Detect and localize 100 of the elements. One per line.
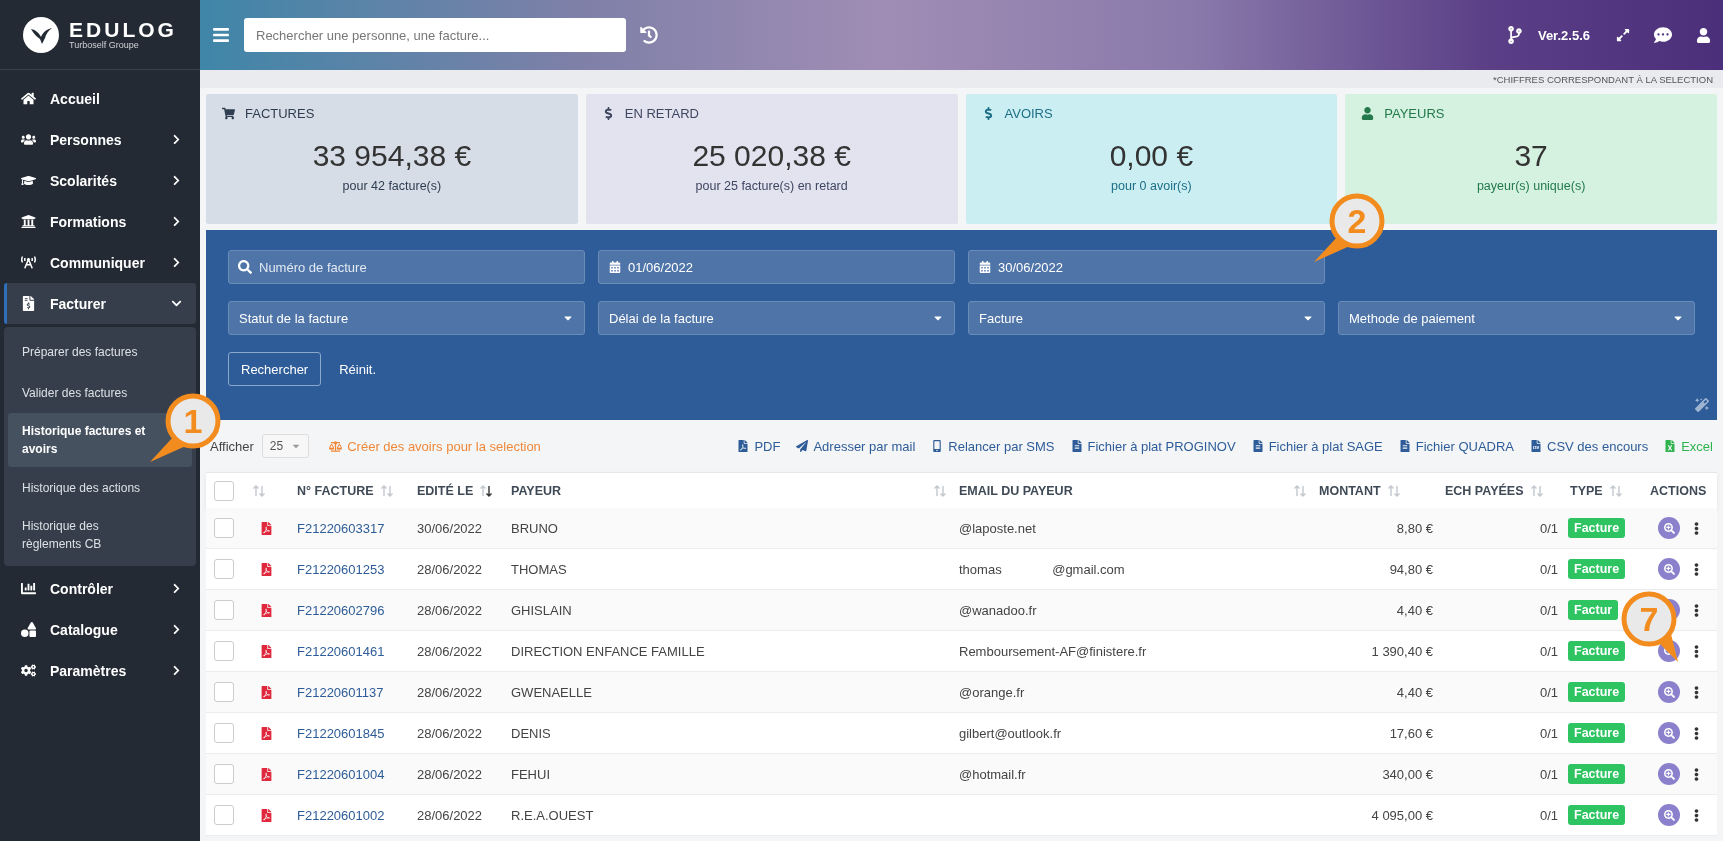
zoom-in-button[interactable]	[1658, 722, 1680, 744]
dropdown-field[interactable]: Statut de la facture	[228, 301, 585, 335]
invoice-link[interactable]: F21220601845	[291, 725, 411, 741]
submenu-item[interactable]: Historique des règlements CB	[8, 508, 192, 562]
dropdown-field[interactable]: Délai de la facture	[598, 301, 955, 335]
sort-icon[interactable]	[479, 483, 494, 498]
pdf-icon[interactable]	[260, 808, 273, 822]
graduation-cap-icon	[21, 173, 36, 188]
dropdown-field[interactable]: Methode de paiement	[1338, 301, 1695, 335]
dropdown-field[interactable]: Facture	[968, 301, 1325, 335]
table-cell-text: gilbert@outlook.fr	[958, 725, 1063, 741]
zoom-in-button[interactable]	[1658, 804, 1680, 826]
table-cell-text: BRUNO	[510, 520, 559, 536]
table-cell-text: 4,40 €	[1395, 602, 1434, 618]
zoom-in-icon	[1663, 522, 1675, 534]
zoom-in-button[interactable]	[1658, 763, 1680, 785]
branch-icon	[1505, 26, 1524, 44]
row-checkbox[interactable]	[214, 764, 234, 784]
date-field[interactable]: 30/06/2022	[968, 250, 1325, 284]
row-checkbox[interactable]	[214, 641, 234, 661]
pdf-icon[interactable]	[260, 767, 273, 781]
row-checkbox[interactable]	[214, 682, 234, 702]
sidebar-item[interactable]: Formations	[4, 201, 196, 242]
stat-caption: pour 42 facture(s)	[342, 179, 442, 193]
type-badge: Facture	[1568, 682, 1626, 702]
column-header: EMAIL DU PAYEUR	[959, 483, 1073, 498]
chat-icon[interactable]	[1654, 26, 1672, 44]
invoice-link[interactable]: F21220601461	[291, 643, 411, 659]
search-field[interactable]: Rechercher une personne, une facture...	[244, 18, 626, 52]
table-cell-text: 28/06/2022	[416, 766, 484, 782]
export-link[interactable]: Fichier à plat SAGE	[1251, 438, 1383, 454]
table-cell-text: 0/1	[1538, 602, 1559, 618]
export-link[interactable]: Fichier QUADRA	[1398, 438, 1515, 454]
sidebar-item[interactable]: Contrôler	[4, 568, 196, 609]
scales-icon	[329, 439, 343, 453]
row-checkbox[interactable]	[214, 805, 234, 825]
building-icon	[21, 214, 36, 229]
row-checkbox[interactable]	[214, 600, 234, 620]
search-button[interactable]: Rechercher	[228, 352, 322, 386]
calendar-icon	[979, 261, 991, 273]
column-header: ECH PAYÉES	[1445, 483, 1524, 498]
zoom-in-button[interactable]	[1658, 558, 1680, 580]
invoice-link[interactable]: F21220601137	[291, 684, 411, 700]
pdf-icon[interactable]	[260, 644, 273, 658]
tower-icon	[21, 255, 36, 270]
sidebar-item[interactable]: Catalogue	[4, 609, 196, 650]
sidebar-item[interactable]: Accueil	[4, 78, 196, 119]
file-icon	[1398, 440, 1411, 452]
pdf-icon[interactable]	[260, 521, 273, 535]
export-link[interactable]: Adresser par mail	[796, 438, 916, 454]
invoice-link[interactable]: F21220603317	[291, 520, 411, 536]
pdf-icon[interactable]	[260, 726, 273, 740]
stat-caption: pour 0 avoir(s)	[1111, 179, 1192, 193]
expand-icon[interactable]	[1616, 28, 1630, 42]
invoice-link[interactable]: F21220601002	[291, 807, 411, 823]
stat-title: AVOIRS	[1004, 106, 1053, 121]
table-cell-text: DIRECTION ENFANCE FAMILLE	[510, 643, 706, 659]
calendar-icon	[609, 261, 621, 273]
table-cell-text: GHISLAIN	[510, 602, 573, 618]
table-cell-text: 28/06/2022	[416, 602, 484, 618]
export-link[interactable]: CSV des encours	[1530, 438, 1649, 454]
version-label: Ver.2.5.6	[1537, 27, 1590, 43]
export-link[interactable]: Relancer par SMS	[931, 438, 1055, 454]
history-icon[interactable]	[640, 26, 658, 44]
menu-icon[interactable]	[212, 26, 230, 44]
table-cell-text: 28/06/2022	[416, 684, 484, 700]
invoice-link[interactable]: F21220601004	[291, 766, 411, 782]
row-checkbox[interactable]	[214, 518, 234, 538]
zoom-in-button[interactable]	[1658, 517, 1680, 539]
sidebar-item[interactable]: Personnes	[4, 119, 196, 160]
table-cell-text: 28/06/2022	[416, 643, 484, 659]
sidebar-item[interactable]: Scolarités	[4, 160, 196, 201]
zoom-in-button[interactable]	[1658, 681, 1680, 703]
invoice-number-field[interactable]: Numéro de facture	[228, 250, 585, 284]
pdf-icon[interactable]	[260, 685, 273, 699]
wand-icon[interactable]	[1695, 398, 1709, 412]
select-all-checkbox[interactable]	[214, 480, 234, 501]
paper-plane-icon	[796, 440, 809, 452]
reset-button[interactable]: Réinit.	[339, 361, 377, 377]
export-link[interactable]: Fichier à plat PROGINOV	[1070, 438, 1236, 454]
selection-note: *CHIFFRES CORRESPONDANT À LA SELECTION	[1493, 73, 1713, 85]
page-size-select[interactable]: 25	[261, 434, 310, 458]
pdf-icon[interactable]	[260, 562, 273, 576]
invoice-link[interactable]: F21220602796	[291, 602, 411, 618]
sidebar-item[interactable]: Communiquer	[4, 242, 196, 283]
date-field[interactable]: 01/06/2022	[598, 250, 955, 284]
invoice-link[interactable]: F21220601253	[291, 561, 411, 577]
pdf-icon[interactable]	[260, 603, 273, 617]
sidebar-label: Scolarités	[50, 172, 118, 189]
submenu-item[interactable]: Historique des actions	[8, 467, 192, 508]
row-checkbox[interactable]	[214, 559, 234, 579]
user-icon[interactable]	[1696, 27, 1711, 43]
table-cell-text: 30/06/2022	[416, 520, 484, 536]
sidebar-item[interactable]: Paramètres	[4, 650, 196, 691]
export-link[interactable]: PDF	[737, 438, 781, 454]
submenu-item[interactable]: Préparer des factures	[8, 331, 192, 372]
chart-icon	[21, 581, 36, 596]
type-badge: Facture	[1568, 518, 1626, 538]
row-checkbox[interactable]	[214, 723, 234, 743]
brand-tagline: Turboself Groupe	[69, 40, 140, 50]
